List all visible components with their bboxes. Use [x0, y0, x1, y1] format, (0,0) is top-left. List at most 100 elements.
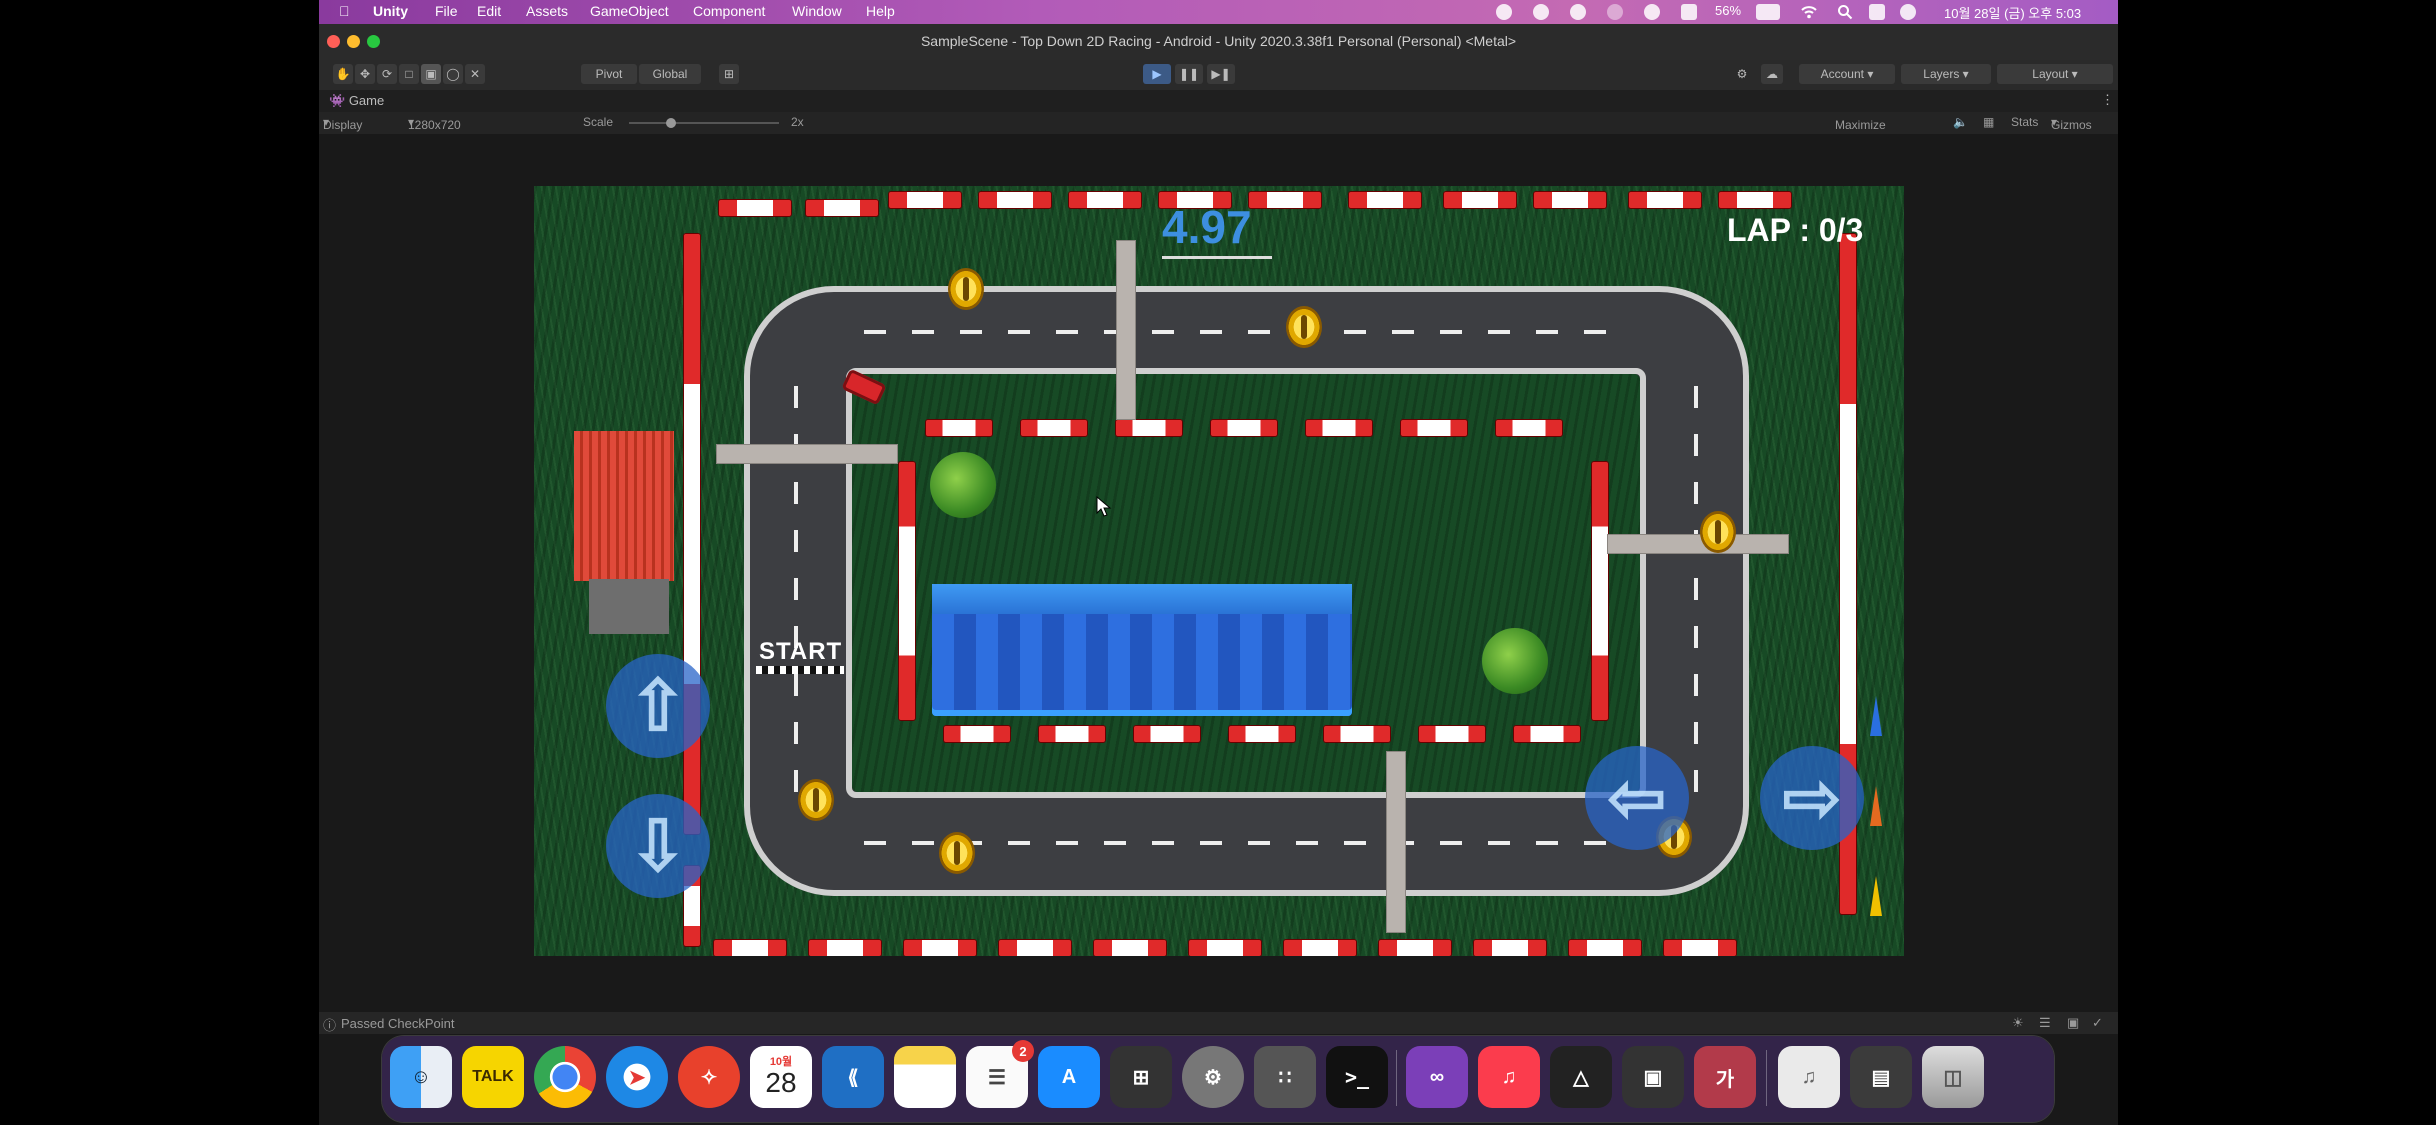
pivot-toggle[interactable]: Pivot	[581, 64, 637, 84]
launchpad-icon[interactable]: ∷	[1254, 1046, 1316, 1108]
step-button[interactable]: ▶❚	[1207, 64, 1235, 84]
accelerate-button[interactable]: ⇧	[606, 654, 710, 758]
play-icon[interactable]	[1644, 4, 1660, 20]
gizmos-dropdown[interactable]: Gizmos ▾	[2051, 115, 2092, 132]
play-button[interactable]: ▶	[1143, 64, 1171, 84]
stats-toggle[interactable]: Stats	[2011, 115, 2038, 129]
wifi-icon[interactable]	[1801, 4, 1817, 20]
toggle-icon[interactable]	[1607, 4, 1623, 20]
system-preferences-icon[interactable]: ⚙	[1182, 1046, 1244, 1108]
game-view-stats-icon[interactable]: ▦	[1983, 115, 1994, 129]
finder-icon[interactable]: ☺	[390, 1046, 452, 1108]
status-message[interactable]: Passed CheckPoint	[341, 1016, 454, 1031]
calculator-icon[interactable]: ⊞	[1110, 1046, 1172, 1108]
barrier	[1664, 940, 1736, 956]
input-source-icon[interactable]	[1681, 4, 1697, 20]
grid-snap-icon[interactable]: ⊞	[719, 64, 739, 84]
unity-hub-icon[interactable]	[1533, 4, 1549, 20]
music-icon[interactable]: ♫	[1478, 1046, 1540, 1108]
apple-icon[interactable]: 	[339, 3, 350, 19]
scale-slider-handle[interactable]	[666, 118, 676, 128]
reminders-icon[interactable]: ☰ 2	[966, 1040, 1034, 1108]
bush	[1482, 628, 1548, 694]
collab-icon[interactable]: ⚙	[1731, 64, 1753, 84]
barrier	[1039, 726, 1105, 742]
terminal-icon[interactable]: >_	[1326, 1046, 1388, 1108]
menubar-clock[interactable]: 10월 28일 (금) 오후 5:03	[1944, 3, 2081, 22]
menu-app-unity[interactable]: Unity	[373, 3, 408, 19]
game-canvas[interactable]: START 4.97 LAP : 0/3 ⇧ ⇩ ⇦ ⇨	[534, 186, 1904, 956]
rotate-tool-icon[interactable]: ⟳	[377, 64, 397, 84]
dock-divider	[1396, 1050, 1397, 1106]
unity-title-bar: SampleScene - Top Down 2D Racing - Andro…	[319, 24, 2118, 60]
menu-help[interactable]: Help	[866, 3, 895, 19]
chrome-icon[interactable]	[534, 1046, 596, 1108]
menu-window[interactable]: Window	[792, 3, 842, 19]
notes-icon[interactable]	[894, 1046, 956, 1108]
game-tab[interactable]: 👾 Game	[329, 93, 384, 109]
resolution-dropdown[interactable]: 1280x720 Landscape ▾	[408, 115, 467, 146]
mute-audio-icon[interactable]: 🔈	[1953, 115, 1968, 129]
cache-icon[interactable]: ▣	[2067, 1015, 2079, 1031]
account-label: Account	[1820, 67, 1864, 81]
check-icon[interactable]: ✓	[2092, 1015, 2103, 1031]
menu-file[interactable]: File	[435, 3, 458, 19]
rect-tool-icon[interactable]: ▣	[421, 64, 441, 84]
menu-assets[interactable]: Assets	[526, 3, 568, 19]
timer-underline	[1162, 256, 1272, 259]
layers-status-icon[interactable]: ☰	[2039, 1015, 2051, 1031]
brake-button[interactable]: ⇩	[606, 794, 710, 898]
downloads-folder-icon[interactable]: ▤	[1850, 1046, 1912, 1108]
barrier	[999, 940, 1071, 956]
more-options-icon[interactable]: ⋮	[2101, 92, 2114, 108]
barrier	[1534, 192, 1606, 208]
transform-tool-icon[interactable]: ◯	[443, 64, 463, 84]
lane-marking	[1694, 386, 1698, 806]
global-toggle[interactable]: Global	[639, 64, 701, 84]
git-client-icon[interactable]: ✧	[678, 1046, 740, 1108]
battery-icon[interactable]	[1756, 4, 1780, 20]
steer-right-button[interactable]: ⇨	[1760, 746, 1864, 850]
menu-component[interactable]: Component	[693, 3, 765, 19]
trash-icon[interactable]: ◫	[1922, 1046, 1984, 1108]
app-store-icon[interactable]: A	[1038, 1046, 1100, 1108]
scale-tool-icon[interactable]: □	[399, 64, 419, 84]
scale-slider-track[interactable]	[629, 122, 779, 124]
barrier	[714, 940, 786, 956]
korean-input-icon[interactable]: 가	[1694, 1046, 1756, 1108]
cloud-icon[interactable]: ☁	[1761, 64, 1783, 84]
move-tool-icon[interactable]: ✥	[355, 64, 375, 84]
visual-studio-icon[interactable]: ∞	[1406, 1046, 1468, 1108]
menu-gameobject[interactable]: GameObject	[590, 3, 669, 19]
menu-edit[interactable]: Edit	[477, 3, 501, 19]
bug-icon[interactable]: ☀	[2012, 1015, 2024, 1031]
kakaotalk-icon[interactable]: TALK	[462, 1046, 524, 1108]
layout-label: Layout	[2032, 67, 2069, 81]
start-line	[756, 666, 844, 674]
steer-left-button[interactable]: ⇦	[1585, 746, 1689, 850]
audio-file-icon[interactable]: ♫	[1778, 1046, 1840, 1108]
creative-cloud-icon[interactable]	[1570, 4, 1586, 20]
unity-editor-icon[interactable]: ▣	[1622, 1046, 1684, 1108]
barrier	[1629, 192, 1701, 208]
info-icon: ⓘ	[323, 1018, 337, 1033]
display-dropdown[interactable]: Display 1 ▾	[323, 115, 362, 146]
vscode-icon[interactable]: ⟪	[822, 1046, 884, 1108]
layers-dropdown[interactable]: Layers ▾	[1901, 64, 1991, 84]
unity-hub-dock-icon[interactable]: △	[1550, 1046, 1612, 1108]
safari-icon[interactable]: ➤	[606, 1046, 668, 1108]
calendar-icon[interactable]: 10월 28	[750, 1046, 812, 1108]
game-viewport[interactable]: START 4.97 LAP : 0/3 ⇧ ⇩ ⇦ ⇨	[319, 134, 2118, 1012]
layout-dropdown[interactable]: Layout ▾	[1997, 64, 2113, 84]
hand-tool-icon[interactable]: ✋	[333, 64, 353, 84]
spotlight-search-icon[interactable]	[1837, 4, 1853, 20]
account-dropdown[interactable]: Account ▾	[1799, 64, 1895, 84]
siri-icon[interactable]	[1900, 4, 1916, 20]
screen:  Unity File Edit Assets GameObject Comp…	[319, 0, 2118, 1125]
race-timer: 4.97	[1162, 201, 1252, 253]
record-icon[interactable]	[1496, 4, 1512, 20]
pause-button[interactable]: ❚❚	[1175, 64, 1203, 84]
control-center-icon[interactable]	[1869, 4, 1885, 20]
barrier	[1134, 726, 1200, 742]
custom-tool-icon[interactable]: ✕	[465, 64, 485, 84]
